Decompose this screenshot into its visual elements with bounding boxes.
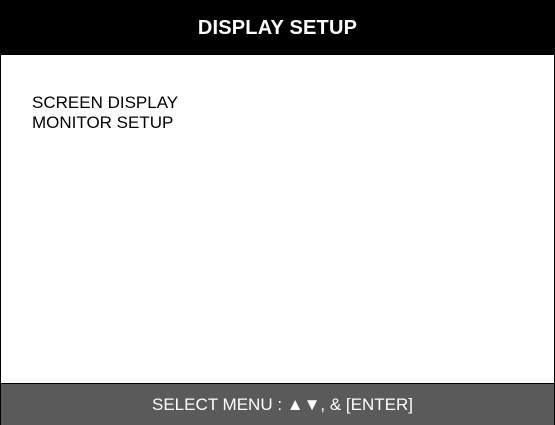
menu-item-monitor-setup[interactable]: MONITOR SETUP (32, 113, 178, 133)
page-title: DISPLAY SETUP (197, 16, 358, 39)
menu-list: SCREEN DISPLAY MONITOR SETUP (32, 93, 178, 133)
footer-hint-text: SELECT MENU : ▲▼, & [ENTER] (152, 394, 413, 414)
title-bar: DISPLAY SETUP (1, 1, 554, 55)
menu-item-screen-display[interactable]: SCREEN DISPLAY (32, 93, 178, 113)
footer-hint-bar: SELECT MENU : ▲▼, & [ENTER] (1, 383, 554, 425)
display-setup-screen: DISPLAY SETUP SCREEN DISPLAY MONITOR SET… (0, 0, 555, 425)
